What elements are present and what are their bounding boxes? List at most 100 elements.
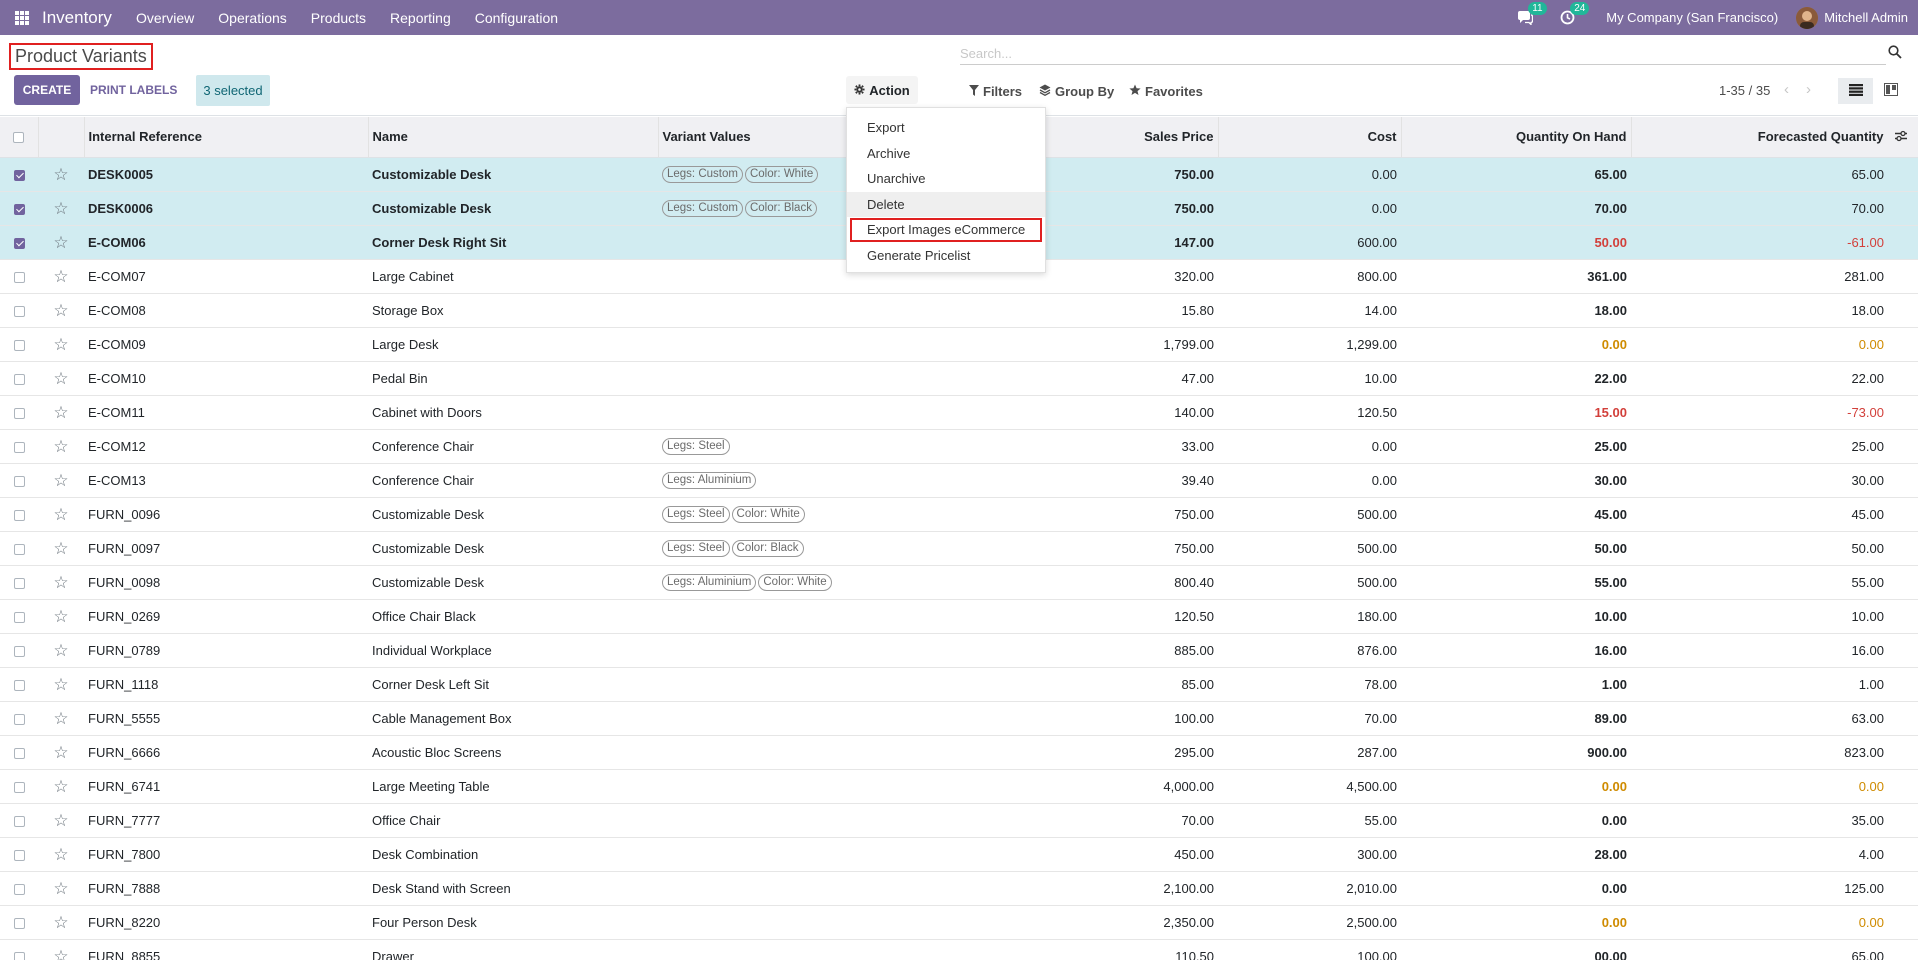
row-checkbox[interactable] [13, 679, 25, 691]
print-labels-button[interactable]: PRINT LABELS [90, 75, 177, 105]
favorite-star-icon[interactable]: ☆ [53, 641, 68, 660]
favorite-star-icon[interactable]: ☆ [53, 505, 68, 524]
table-row[interactable]: ☆ FURN_0789 Individual Workplace 885.00 876.… [0, 633, 1918, 668]
row-checkbox[interactable] [13, 645, 25, 657]
favorite-star-icon[interactable]: ☆ [53, 913, 68, 932]
pager-next-icon[interactable]: › [1806, 81, 1811, 98]
row-checkbox[interactable] [13, 883, 25, 895]
row-checkbox[interactable] [13, 509, 25, 521]
row-checkbox[interactable] [13, 747, 25, 759]
optional-columns-toggle-icon[interactable] [1894, 130, 1908, 145]
favorites-button[interactable]: Favorites [1129, 84, 1203, 99]
row-checkbox[interactable] [13, 543, 25, 555]
favorite-star-icon[interactable]: ☆ [53, 165, 68, 184]
table-row[interactable]: ☆ FURN_0096 Customizable Desk Legs: Steel Co… [0, 497, 1918, 532]
favorite-star-icon[interactable]: ☆ [53, 335, 68, 354]
messages-icon[interactable]: 11 [1516, 1, 1547, 26]
row-checkbox[interactable] [13, 373, 25, 385]
row-checkbox[interactable] [13, 271, 25, 283]
action-export-images-ecommerce[interactable]: Export Images eCommerce [849, 217, 1043, 243]
menu-reporting[interactable]: Reporting [378, 10, 463, 26]
favorite-star-icon[interactable]: ☆ [53, 947, 68, 960]
filters-button[interactable]: Filters [969, 84, 1022, 99]
table-row[interactable]: ☆ FURN_8855 Drawer 110.50 100.00 00.00 65.00 [0, 939, 1918, 960]
row-checkbox[interactable] [13, 917, 25, 929]
row-checkbox[interactable] [13, 781, 25, 793]
favorite-star-icon[interactable]: ☆ [53, 233, 68, 252]
table-row[interactable]: ☆ E-COM12 Conference Chair Legs: Steel 33.00… [0, 429, 1918, 464]
favorite-star-icon[interactable]: ☆ [53, 879, 68, 898]
group-by-button[interactable]: Group By [1039, 84, 1114, 99]
user-avatar[interactable] [1796, 6, 1819, 29]
table-row[interactable]: ☆ FURN_0097 Customizable Desk Legs: Steel Co… [0, 531, 1918, 566]
menu-products[interactable]: Products [299, 10, 378, 26]
row-checkbox[interactable] [13, 577, 25, 589]
action-unarchive[interactable]: Unarchive [847, 166, 1045, 192]
activities-clock-icon[interactable]: 24 [1558, 1, 1590, 26]
column-sales-price[interactable]: Sales Price [1018, 117, 1219, 158]
favorite-star-icon[interactable]: ☆ [53, 403, 68, 422]
favorite-star-icon[interactable]: ☆ [53, 845, 68, 864]
table-row[interactable]: ☆ FURN_5555 Cable Management Box 100.00 70.0… [0, 701, 1918, 736]
company-switcher[interactable]: My Company (San Francisco) [1606, 10, 1778, 25]
favorite-star-icon[interactable]: ☆ [53, 573, 68, 592]
favorite-star-icon[interactable]: ☆ [53, 199, 68, 218]
table-row[interactable]: ☆ FURN_0098 Customizable Desk Legs: Alumini… [0, 565, 1918, 600]
favorite-star-icon[interactable]: ☆ [53, 607, 68, 626]
select-all-checkbox[interactable] [13, 132, 25, 144]
table-row[interactable]: ☆ FURN_7888 Desk Stand with Screen 2,100.00… [0, 871, 1918, 906]
favorite-star-icon[interactable]: ☆ [53, 539, 68, 558]
row-checkbox[interactable] [13, 407, 25, 419]
column-name[interactable]: Name [368, 117, 659, 158]
list-view-button[interactable] [1838, 78, 1873, 104]
pager-value[interactable]: 1-35 / 35 [1719, 83, 1770, 98]
menu-overview[interactable]: Overview [124, 10, 206, 26]
kanban-view-button[interactable] [1876, 78, 1906, 104]
app-brand[interactable]: Inventory [42, 8, 112, 28]
action-generate-pricelist[interactable]: Generate Pricelist [847, 243, 1045, 269]
row-checkbox[interactable] [13, 713, 25, 725]
favorite-star-icon[interactable]: ☆ [53, 777, 68, 796]
favorite-star-icon[interactable]: ☆ [53, 471, 68, 490]
row-checkbox[interactable] [13, 815, 25, 827]
search-icon[interactable] [1888, 45, 1904, 61]
favorite-star-icon[interactable]: ☆ [53, 369, 68, 388]
menu-configuration[interactable]: Configuration [463, 10, 570, 26]
table-row[interactable]: ☆ FURN_1118 Corner Desk Left Sit 85.00 78.00… [0, 667, 1918, 702]
search-input[interactable] [960, 43, 1886, 65]
action-export[interactable]: Export [847, 115, 1045, 141]
table-row[interactable]: ☆ FURN_6666 Acoustic Bloc Screens 295.00 287… [0, 735, 1918, 770]
pager-previous-icon[interactable]: ‹ [1784, 81, 1789, 98]
menu-operations[interactable]: Operations [206, 10, 298, 26]
row-checkbox[interactable] [13, 339, 25, 351]
favorite-star-icon[interactable]: ☆ [53, 301, 68, 320]
row-checkbox[interactable] [13, 305, 25, 317]
table-row[interactable]: ☆ FURN_6741 Large Meeting Table 4,000.00 4,5… [0, 769, 1918, 804]
table-row[interactable]: ☆ FURN_8220 Four Person Desk 2,350.00 2,500.… [0, 905, 1918, 940]
apps-menu-icon[interactable] [15, 10, 29, 25]
table-row[interactable]: ☆ E-COM09 Large Desk 1,799.00 1,299.00 0.00 0.… [0, 327, 1918, 362]
column-internal-reference[interactable]: Internal Reference [84, 117, 369, 158]
table-row[interactable]: ☆ FURN_0269 Office Chair Black 120.50 180.00… [0, 599, 1918, 634]
create-button[interactable]: CREATE [14, 75, 80, 105]
column-forecasted-quantity[interactable]: Forecasted Quantity [1631, 117, 1918, 158]
user-menu[interactable]: Mitchell Admin [1824, 10, 1908, 25]
row-checkbox[interactable] [13, 951, 25, 960]
favorite-star-icon[interactable]: ☆ [53, 743, 68, 762]
favorite-star-icon[interactable]: ☆ [53, 811, 68, 830]
row-checkbox[interactable] [13, 169, 25, 181]
table-row[interactable]: ☆ E-COM11 Cabinet with Doors 140.00 120.50 15… [0, 395, 1918, 430]
column-quantity-on-hand[interactable]: Quantity On Hand [1401, 117, 1632, 158]
row-checkbox[interactable] [13, 203, 25, 215]
favorite-star-icon[interactable]: ☆ [53, 267, 68, 286]
action-delete[interactable]: Delete [847, 191, 1045, 217]
row-checkbox[interactable] [13, 441, 25, 453]
row-checkbox[interactable] [13, 237, 25, 249]
table-row[interactable]: ☆ FURN_7800 Desk Combination 450.00 300.00 28… [0, 837, 1918, 872]
action-archive[interactable]: Archive [847, 141, 1045, 167]
table-row[interactable]: ☆ FURN_7777 Office Chair 70.00 55.00 0.00 35.0… [0, 803, 1918, 838]
column-cost[interactable]: Cost [1218, 117, 1402, 158]
row-checkbox[interactable] [13, 475, 25, 487]
favorite-star-icon[interactable]: ☆ [53, 709, 68, 728]
table-row[interactable]: ☆ E-COM08 Storage Box 15.80 14.00 18.00 18.00 [0, 293, 1918, 328]
